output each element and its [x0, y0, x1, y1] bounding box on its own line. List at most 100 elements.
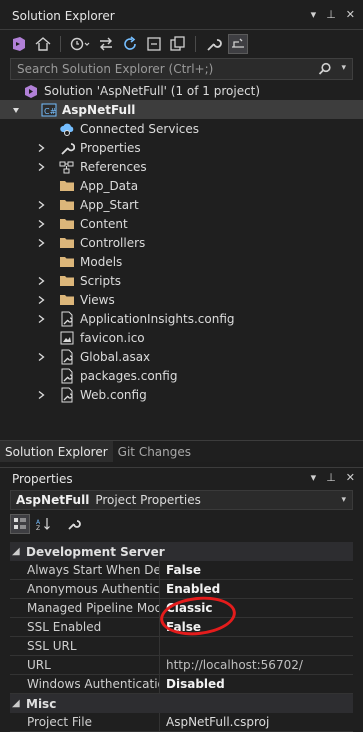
- dropdown-icon[interactable]: ▾: [311, 471, 317, 484]
- collapse-all-icon[interactable]: [145, 35, 163, 53]
- switch-views-icon[interactable]: [10, 35, 28, 53]
- folder-icon: [59, 178, 75, 194]
- tree-item-content[interactable]: Content: [0, 214, 363, 233]
- collapsed-arrow-icon[interactable]: [36, 200, 46, 210]
- property-value[interactable]: AspNetFull.csproj: [160, 715, 269, 729]
- property-name: Windows Authentication: [10, 674, 160, 694]
- tree-item-scripts[interactable]: Scripts: [0, 271, 363, 290]
- tree-item-models[interactable]: Models: [0, 252, 363, 271]
- tree-item-app-start[interactable]: App_Start: [0, 195, 363, 214]
- tree-item-favicon[interactable]: favicon.ico: [0, 328, 363, 347]
- expanded-arrow-icon[interactable]: [11, 105, 21, 115]
- collapsed-arrow-icon[interactable]: [36, 390, 46, 400]
- show-all-files-icon[interactable]: [169, 35, 187, 53]
- tree-item-label: Properties: [80, 140, 141, 155]
- property-pages-wrench-icon[interactable]: [64, 514, 84, 534]
- sync-with-document-icon[interactable]: [97, 35, 115, 53]
- tree-item-project[interactable]: C# AspNetFull: [0, 100, 363, 119]
- property-name: Managed Pipeline Mode: [10, 598, 160, 618]
- object-type: Project Properties: [95, 493, 201, 507]
- tree-item-label: Controllers: [80, 235, 146, 250]
- close-icon[interactable]: ✕: [346, 8, 355, 21]
- pin-icon[interactable]: ⊥: [326, 8, 336, 21]
- categorized-icon[interactable]: [10, 514, 30, 534]
- property-value[interactable]: http://localhost:56702/: [160, 658, 303, 672]
- tree-item-label: App_Data: [80, 178, 139, 193]
- tree-item-controllers[interactable]: Controllers: [0, 233, 363, 252]
- object-selector[interactable]: AspNetFull Project Properties ▾: [10, 490, 353, 510]
- properties-wrench-icon[interactable]: [204, 35, 222, 53]
- property-name: Anonymous Authentication: [10, 579, 160, 599]
- home-icon[interactable]: [34, 35, 52, 53]
- tree-item-label: Models: [80, 254, 123, 269]
- collapsed-arrow-icon[interactable]: [36, 162, 46, 172]
- tree-item-views[interactable]: Views: [0, 290, 363, 309]
- csharp-project-icon: C#: [41, 102, 57, 118]
- collapse-icon[interactable]: ◢: [12, 546, 26, 557]
- pin-icon[interactable]: ⊥: [326, 471, 336, 484]
- property-name: SSL URL: [10, 636, 160, 656]
- category-development-server[interactable]: ◢ Development Server: [10, 542, 353, 561]
- tree-item-properties[interactable]: Properties: [0, 138, 363, 157]
- config-file-icon: [59, 387, 75, 403]
- property-name: Project File: [10, 712, 160, 732]
- tree-item-label: Connected Services: [80, 121, 200, 136]
- folder-icon: [59, 273, 75, 289]
- tree-item-web-config[interactable]: Web.config: [0, 385, 363, 404]
- property-row[interactable]: Windows Authentication Disabled: [10, 674, 353, 694]
- collapsed-arrow-icon[interactable]: [36, 143, 46, 153]
- collapse-icon[interactable]: ◢: [12, 698, 26, 709]
- collapsed-arrow-icon[interactable]: [36, 352, 46, 362]
- property-row[interactable]: Project File AspNetFull.csproj: [10, 712, 353, 732]
- tree-item-references[interactable]: References: [0, 157, 363, 176]
- category-misc[interactable]: ◢ Misc: [10, 694, 353, 713]
- collapsed-arrow-icon[interactable]: [36, 238, 46, 248]
- property-row[interactable]: URL http://localhost:56702/: [10, 655, 353, 675]
- tree-item-label: Web.config: [80, 387, 147, 402]
- solution-explorer-titlebar: Solution Explorer ▾ ⊥ ✕: [0, 0, 363, 30]
- collapsed-arrow-icon[interactable]: [36, 219, 46, 229]
- tree-item-label: AspNetFull: [62, 102, 136, 117]
- svg-text:C#: C#: [44, 107, 57, 116]
- folder-icon: [59, 292, 75, 308]
- properties-toolbar: AZ: [10, 513, 84, 535]
- folder-icon: [59, 235, 75, 251]
- config-file-icon: [59, 311, 75, 327]
- tab-solution-explorer[interactable]: Solution Explorer: [0, 441, 113, 462]
- collapsed-arrow-icon[interactable]: [36, 276, 46, 286]
- search-solution-explorer-input[interactable]: Search Solution Explorer (Ctrl+;) ▾: [10, 58, 353, 80]
- property-value[interactable]: False: [160, 563, 201, 577]
- tree-item-global-asax[interactable]: Global.asax: [0, 347, 363, 366]
- property-name: Always Start When Debuggi: [10, 560, 160, 580]
- property-row[interactable]: Anonymous Authentication Enabled: [10, 579, 353, 599]
- tree-item-packages-config[interactable]: packages.config: [0, 366, 363, 385]
- tab-git-changes[interactable]: Git Changes: [113, 441, 196, 462]
- tree-item-label: Scripts: [80, 273, 122, 288]
- tree-item-label: Content: [80, 216, 128, 231]
- property-value[interactable]: Disabled: [160, 677, 225, 691]
- preview-selected-items-icon[interactable]: [228, 34, 248, 54]
- pending-changes-filter-icon[interactable]: [69, 35, 91, 53]
- property-row[interactable]: Always Start When Debuggi False: [10, 560, 353, 580]
- solution-icon: [23, 83, 39, 99]
- tree-item-label: ApplicationInsights.config: [80, 311, 235, 326]
- references-icon: [59, 159, 75, 175]
- collapsed-arrow-icon[interactable]: [36, 314, 46, 324]
- close-icon[interactable]: ✕: [346, 471, 355, 484]
- category-label: Misc: [26, 696, 57, 711]
- tree-item-applicationinsights-config[interactable]: ApplicationInsights.config: [0, 309, 363, 328]
- search-options-dropdown-icon[interactable]: ▾: [341, 63, 346, 73]
- property-row[interactable]: SSL URL: [10, 636, 353, 656]
- collapsed-arrow-icon[interactable]: [36, 295, 46, 305]
- search-icon[interactable]: [318, 62, 332, 76]
- dropdown-icon[interactable]: ▾: [311, 8, 317, 21]
- alphabetical-sort-icon[interactable]: AZ: [34, 514, 54, 534]
- property-value[interactable]: Enabled: [160, 582, 220, 596]
- refresh-icon[interactable]: [121, 35, 139, 53]
- chevron-down-icon[interactable]: ▾: [341, 495, 346, 505]
- solution-explorer-title: Solution Explorer: [12, 9, 115, 23]
- tree-item-connected-services[interactable]: Connected Services: [0, 119, 363, 138]
- tree-item-solution[interactable]: Solution 'AspNetFull' (1 of 1 project): [0, 81, 363, 100]
- properties-title: Properties: [12, 472, 73, 486]
- tree-item-app-data[interactable]: App_Data: [0, 176, 363, 195]
